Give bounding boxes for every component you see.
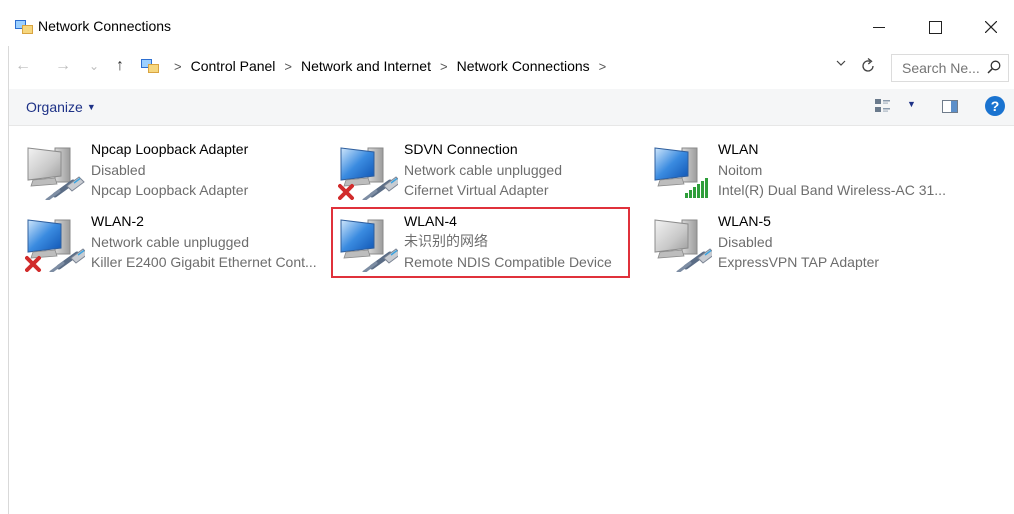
network-connections-app-icon: [15, 20, 33, 34]
help-icon[interactable]: ?: [985, 96, 1005, 116]
close-icon: [985, 21, 997, 33]
back-button[interactable]: ←: [12, 53, 34, 79]
breadcrumb-separator-icon[interactable]: >: [599, 59, 607, 74]
error-x-icon: [338, 184, 354, 200]
address-dropdown-button[interactable]: [836, 59, 846, 70]
wireless-network-adapter-icon: [654, 147, 708, 198]
preview-pane-icon[interactable]: [942, 100, 958, 113]
minimize-button[interactable]: [856, 10, 902, 44]
search-input[interactable]: [900, 59, 984, 77]
window-title: Network Connections: [38, 18, 172, 34]
view-options-dropdown-button[interactable]: ▼: [907, 99, 916, 109]
connection-tile-wlan-5[interactable]: WLAN-5 Disabled ExpressVPN TAP Adapter: [652, 210, 952, 276]
highlight-box: [331, 207, 630, 278]
connection-text: WLAN-2 Network cable unplugged Killer E2…: [91, 211, 317, 273]
connection-tile-sdvn[interactable]: SDVN Connection Network cable unplugged …: [338, 138, 638, 204]
breadcrumb-separator-icon[interactable]: >: [174, 59, 182, 74]
change-view-icon[interactable]: [874, 97, 892, 115]
connection-tile-wlan-2[interactable]: WLAN-2 Network cable unplugged Killer E2…: [25, 210, 325, 276]
connection-tile-wlan[interactable]: WLAN Noitom Intel(R) Dual Band Wireless-…: [652, 138, 952, 204]
refresh-button[interactable]: [859, 57, 877, 75]
connection-name: SDVN Connection: [404, 141, 518, 157]
search-box[interactable]: [891, 54, 1009, 82]
search-icon[interactable]: [987, 60, 1001, 74]
disabled-network-adapter-icon: [654, 219, 712, 272]
connection-text: Npcap Loopback Adapter Disabled Npcap Lo…: [91, 139, 248, 201]
connection-status: Network cable unplugged: [404, 161, 562, 178]
connection-name: Npcap Loopback Adapter: [91, 141, 249, 157]
connection-device: Killer E2400 Gigabit Ethernet Cont...: [91, 254, 317, 270]
connection-device: ExpressVPN TAP Adapter: [718, 254, 880, 270]
error-x-icon: [25, 256, 41, 272]
forward-button[interactable]: →: [52, 53, 74, 79]
chevron-down-icon: [836, 60, 846, 66]
maximize-icon: [928, 20, 942, 34]
breadcrumb-separator-icon[interactable]: >: [284, 59, 292, 74]
breadcrumb-control-panel[interactable]: Control Panel: [191, 58, 276, 74]
network-adapter-icon: [338, 147, 398, 200]
chevron-down-icon: ⌄: [88, 59, 100, 73]
up-button[interactable]: ↑: [109, 53, 131, 79]
network-connections-window: Network Connections ← → ⌄ ↑ > Control Pa…: [0, 0, 1014, 514]
arrow-up-icon: ↑: [116, 57, 124, 74]
connection-status: Disabled: [718, 233, 773, 250]
connection-status: Disabled: [91, 161, 146, 178]
control-panel-icon: [141, 58, 159, 73]
organize-label: Organize: [26, 99, 83, 115]
connection-text: WLAN-5 Disabled ExpressVPN TAP Adapter: [718, 211, 879, 273]
connection-text: SDVN Connection Network cable unplugged …: [404, 139, 562, 201]
connection-status: Network cable unplugged: [91, 233, 249, 250]
caret-down-icon: ▼: [86, 102, 96, 112]
connection-name: WLAN-5: [718, 213, 771, 229]
network-adapter-icon: [25, 219, 85, 272]
connection-device: Npcap Loopback Adapter: [91, 182, 249, 198]
connection-device: Cifernet Virtual Adapter: [404, 182, 549, 198]
address-bar: ← → ⌄ ↑ > Control Panel > Network and In…: [0, 46, 1014, 86]
connection-name: WLAN: [718, 141, 759, 157]
minimize-icon: [873, 26, 885, 28]
close-button[interactable]: [968, 10, 1014, 44]
connection-text: WLAN Noitom Intel(R) Dual Band Wireless-…: [718, 139, 946, 201]
title-bar[interactable]: Network Connections: [0, 0, 1014, 46]
connection-device: Intel(R) Dual Band Wireless-AC 31...: [718, 182, 946, 198]
breadcrumb: > Control Panel > Network and Internet >…: [141, 54, 615, 78]
breadcrumb-separator-icon[interactable]: >: [440, 59, 448, 74]
recent-locations-button[interactable]: ⌄: [83, 53, 105, 79]
connection-name: WLAN-2: [91, 213, 144, 229]
arrow-right-icon: →: [55, 57, 71, 74]
organize-menu-button[interactable]: Organize ▼: [26, 99, 96, 115]
connection-status: Noitom: [718, 161, 763, 178]
breadcrumb-network-and-internet[interactable]: Network and Internet: [301, 58, 431, 74]
command-bar: Organize ▼ ▼ ?: [9, 89, 1014, 126]
arrow-left-icon: ←: [15, 57, 31, 74]
disabled-network-adapter-icon: [27, 147, 85, 200]
breadcrumb-network-connections[interactable]: Network Connections: [457, 58, 590, 74]
maximize-button[interactable]: [912, 10, 958, 44]
connection-tile-npcap[interactable]: Npcap Loopback Adapter Disabled Npcap Lo…: [25, 138, 325, 204]
